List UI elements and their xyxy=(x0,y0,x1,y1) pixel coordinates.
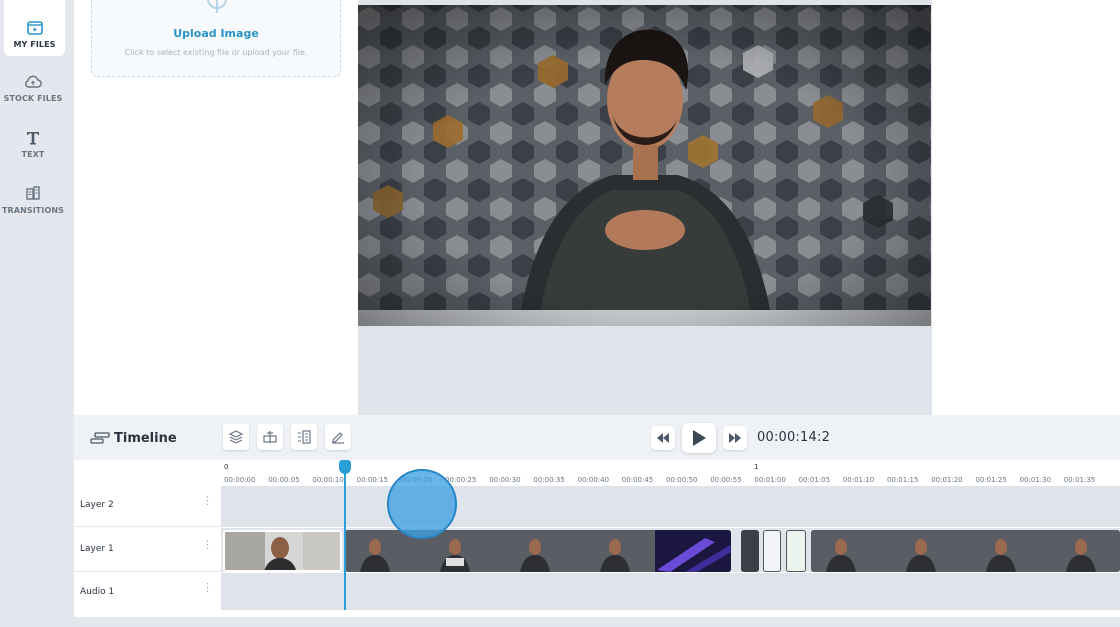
timeline-header: Timeline 00:00:14:2 xyxy=(74,415,1120,460)
layer-row[interactable]: Layer 2 ⋮ xyxy=(74,486,221,527)
timeline-title: Timeline xyxy=(114,431,177,446)
text-icon xyxy=(27,132,39,145)
side-nav: MY FILES STOCK FILES TEXT TRANSITIONS xyxy=(0,0,66,627)
my-files-icon xyxy=(26,21,43,35)
editor-main: Upload Image Click to select existing fi… xyxy=(74,0,1120,617)
ruler-time-label: 00:01:35 xyxy=(1063,476,1096,484)
ruler-time-label: 00:00:55 xyxy=(710,476,742,484)
ruler-time-label: 00:00:00 xyxy=(224,476,256,484)
rewind-icon xyxy=(657,433,669,443)
image-clip[interactable] xyxy=(741,530,759,572)
trim-icon xyxy=(298,430,311,444)
edit-button[interactable] xyxy=(325,424,351,450)
trim-button[interactable] xyxy=(291,424,317,450)
ruler-time-label: 00:01:10 xyxy=(842,476,875,484)
video-clip[interactable] xyxy=(223,530,342,572)
pencil-icon xyxy=(332,432,344,444)
rewind-button[interactable] xyxy=(651,426,675,450)
upload-icon xyxy=(207,0,227,13)
time-ruler[interactable]: 0 1 00:00:00 00:00:05 00:00:10 00:00:15 00:0… xyxy=(221,460,1120,486)
playhead-line xyxy=(344,468,346,610)
click-indicator xyxy=(387,469,457,539)
ruler-time-label: 00:00:40 xyxy=(577,476,610,484)
split-icon xyxy=(263,431,277,443)
playhead-handle[interactable] xyxy=(339,460,351,474)
ruler-time-label: 00:00:45 xyxy=(621,476,654,484)
transitions-icon xyxy=(26,186,40,200)
ruler-time-label: 00:00:10 xyxy=(312,476,344,484)
video-clip[interactable] xyxy=(811,530,1120,572)
nav-stock-files[interactable]: STOCK FILES xyxy=(0,72,66,128)
ruler-time-label: 00:00:30 xyxy=(489,476,521,484)
layer-name: Audio 1 xyxy=(80,587,115,597)
nav-label-text: TEXT xyxy=(21,150,45,159)
layer-row[interactable]: Audio 1 ⋮ xyxy=(74,573,221,610)
preview-canvas xyxy=(358,0,932,415)
ruler-time-label: 00:00:05 xyxy=(268,476,300,484)
layer-row[interactable]: Layer 1 ⋮ xyxy=(74,528,221,572)
layer-name: Layer 1 xyxy=(80,544,114,554)
ruler-mark: 1 xyxy=(754,463,759,471)
layers-icon xyxy=(228,430,244,444)
current-timecode: 00:00:14:2 xyxy=(757,430,831,445)
ruler-time-label: 00:00:50 xyxy=(666,476,698,484)
upload-subtitle: Click to select existing file or upload … xyxy=(124,48,308,57)
clip-filmstrip xyxy=(345,530,731,572)
track-divider xyxy=(221,572,1120,573)
split-button[interactable] xyxy=(257,424,283,450)
upload-title: Upload Image xyxy=(173,27,259,40)
nav-my-files[interactable]: MY FILES xyxy=(4,0,65,56)
nav-label-stock-files: STOCK FILES xyxy=(3,94,63,103)
video-frame-image xyxy=(358,5,931,326)
ruler-time-label: 00:01:15 xyxy=(887,476,919,484)
ruler-time-label: 00:00:15 xyxy=(356,476,389,484)
more-vertical-icon[interactable]: ⋮ xyxy=(202,582,213,601)
timeline-icon xyxy=(90,432,110,444)
clip-thumbnail xyxy=(225,532,340,570)
nav-label-my-files: MY FILES xyxy=(13,40,56,49)
upload-image-dropzone[interactable]: Upload Image Click to select existing fi… xyxy=(91,0,341,77)
ruler-time-label: 00:01:25 xyxy=(975,476,1007,484)
cloud-icon xyxy=(25,75,42,88)
fast-forward-icon xyxy=(729,433,741,443)
track-divider xyxy=(221,527,1120,528)
timeline-tracks[interactable] xyxy=(221,486,1120,610)
layer-list: Layer 2 ⋮ Layer 1 ⋮ Audio 1 ⋮ xyxy=(74,486,221,610)
play-button[interactable] xyxy=(682,423,716,453)
more-vertical-icon[interactable]: ⋮ xyxy=(202,495,213,514)
ruler-time-label: 00:00:35 xyxy=(533,476,565,484)
layers-button[interactable] xyxy=(223,424,249,450)
ruler-time-label: 00:01:20 xyxy=(931,476,963,484)
nav-transitions[interactable]: TRANSITIONS xyxy=(0,184,66,240)
layer-name: Layer 2 xyxy=(80,500,114,510)
video-clip[interactable] xyxy=(345,530,731,572)
play-icon xyxy=(693,430,706,446)
ruler-mark: 0 xyxy=(224,463,229,471)
ruler-time-label: 00:01:00 xyxy=(754,476,786,484)
ruler-time-label: 00:01:05 xyxy=(798,476,831,484)
nav-label-transitions: TRANSITIONS xyxy=(1,206,65,215)
ruler-spacer xyxy=(74,460,221,486)
video-preview[interactable] xyxy=(358,5,931,326)
ruler-time-label: 00:01:30 xyxy=(1019,476,1052,484)
image-clip[interactable] xyxy=(763,530,781,572)
clip-filmstrip xyxy=(811,530,1120,572)
nav-text[interactable]: TEXT xyxy=(0,128,66,184)
image-clip[interactable] xyxy=(786,530,806,572)
fast-forward-button[interactable] xyxy=(723,426,747,450)
more-vertical-icon[interactable]: ⋮ xyxy=(202,539,213,558)
